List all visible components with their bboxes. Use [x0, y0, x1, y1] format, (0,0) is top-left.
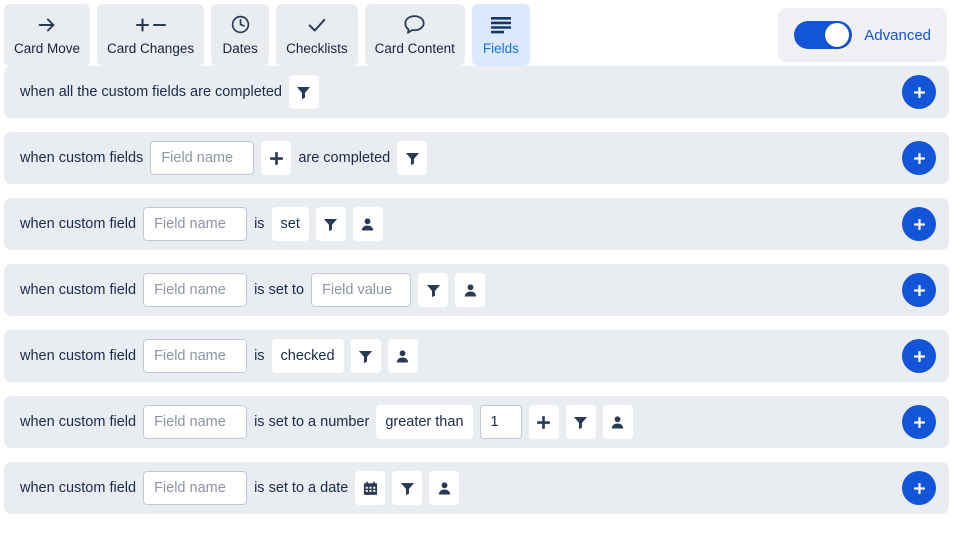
- filter-icon[interactable]: [392, 471, 423, 505]
- tab-checklists[interactable]: Checklists: [276, 4, 358, 66]
- add-trigger-button[interactable]: [902, 405, 936, 439]
- field-name-input[interactable]: Field value: [311, 273, 412, 307]
- plus-icon[interactable]: [528, 405, 559, 439]
- row-text: when custom field: [20, 282, 137, 298]
- trigger-row-all-custom-fields-completed: when all the custom fields are completed: [4, 66, 949, 118]
- tab-label: Dates: [222, 40, 258, 56]
- advanced-toggle-group: Advanced: [778, 8, 947, 62]
- toggle-knob: [825, 23, 850, 47]
- filter-icon[interactable]: [565, 405, 596, 439]
- value-input[interactable]: 1: [479, 405, 522, 439]
- filter-icon[interactable]: [315, 207, 346, 241]
- person-icon[interactable]: [387, 339, 418, 373]
- trigger-row-custom-field-is-set-to-number: when custom field Field name is set to a n…: [4, 396, 949, 448]
- field-name-input[interactable]: Field name: [143, 273, 248, 307]
- person-icon[interactable]: [455, 273, 486, 307]
- tab-label: Checklists: [286, 40, 348, 56]
- calendar-icon[interactable]: [355, 471, 386, 505]
- tab-fields[interactable]: Fields: [471, 4, 530, 66]
- filter-icon[interactable]: [397, 141, 428, 175]
- row-text: when custom field: [20, 348, 137, 364]
- tab-card-content[interactable]: Card Content: [364, 4, 465, 66]
- clock-icon: [230, 12, 251, 38]
- trigger-row-custom-fields-are-completed: when custom fields Field name are complete…: [4, 132, 949, 184]
- tab-dates[interactable]: Dates: [211, 4, 270, 66]
- list-lines-icon: [490, 12, 512, 38]
- field-name-input[interactable]: Field name: [143, 339, 248, 373]
- fields-triggers-page: Card Move Card Changes Dates Checklists Card…: [0, 0, 953, 538]
- plus-minus-icon: [134, 12, 168, 38]
- plus-icon[interactable]: [261, 141, 292, 175]
- trigger-row-custom-field-is-set-to-date: when custom field Field name is set to a d…: [4, 462, 949, 514]
- option-select[interactable]: greater than: [376, 405, 473, 439]
- tabbar-spacer: [537, 4, 771, 66]
- row-text: when custom field: [20, 414, 137, 430]
- field-name-input[interactable]: Field name: [150, 141, 255, 175]
- add-trigger-button[interactable]: [902, 75, 936, 109]
- row-text: is set to a date: [254, 480, 349, 496]
- tab-card-move[interactable]: Card Move: [4, 4, 91, 66]
- field-name-input[interactable]: Field name: [143, 207, 248, 241]
- add-trigger-button[interactable]: [902, 471, 936, 505]
- trigger-rows-list: when all the custom fields are completed…: [0, 66, 953, 514]
- row-text: are completed: [298, 150, 391, 166]
- person-icon[interactable]: [352, 207, 383, 241]
- person-icon[interactable]: [602, 405, 633, 439]
- add-trigger-button[interactable]: [902, 207, 936, 241]
- filter-icon[interactable]: [350, 339, 381, 373]
- trigger-category-tabs: Card Move Card Changes Dates Checklists Card…: [0, 0, 953, 66]
- advanced-toggle[interactable]: [794, 21, 853, 49]
- add-trigger-button[interactable]: [902, 339, 936, 373]
- check-icon: [306, 12, 328, 38]
- trigger-row-custom-field-is-set-to-value: when custom field Field name is set to Fiel…: [4, 264, 949, 316]
- person-icon[interactable]: [429, 471, 460, 505]
- filter-icon[interactable]: [288, 75, 319, 109]
- row-text: when custom field: [20, 480, 137, 496]
- tab-card-changes[interactable]: Card Changes: [97, 4, 205, 66]
- row-text: is: [254, 348, 265, 364]
- row-text: is set to: [254, 282, 305, 298]
- arrow-right-icon: [36, 12, 58, 38]
- filter-icon[interactable]: [418, 273, 449, 307]
- option-select[interactable]: checked: [271, 339, 344, 373]
- advanced-label: Advanced: [864, 26, 931, 44]
- row-text: when custom fields: [20, 150, 144, 166]
- option-select[interactable]: set: [271, 207, 309, 241]
- add-trigger-button[interactable]: [902, 141, 936, 175]
- trigger-row-custom-field-is-set: when custom field Field name is set: [4, 198, 949, 250]
- row-text: is: [254, 216, 265, 232]
- trigger-row-custom-field-is-checked: when custom field Field name is checked: [4, 330, 949, 382]
- row-text: when all the custom fields are completed: [20, 84, 282, 100]
- field-name-input[interactable]: Field name: [143, 405, 248, 439]
- row-text: when custom field: [20, 216, 137, 232]
- row-text: is set to a number: [254, 414, 370, 430]
- tab-label: Card Content: [374, 40, 455, 56]
- tab-label: Card Changes: [107, 40, 195, 56]
- tab-label: Fields: [482, 40, 519, 56]
- speech-bubble-icon: [403, 12, 426, 38]
- field-name-input[interactable]: Field name: [143, 471, 248, 505]
- add-trigger-button[interactable]: [902, 273, 936, 307]
- tab-label: Card Move: [14, 40, 81, 56]
